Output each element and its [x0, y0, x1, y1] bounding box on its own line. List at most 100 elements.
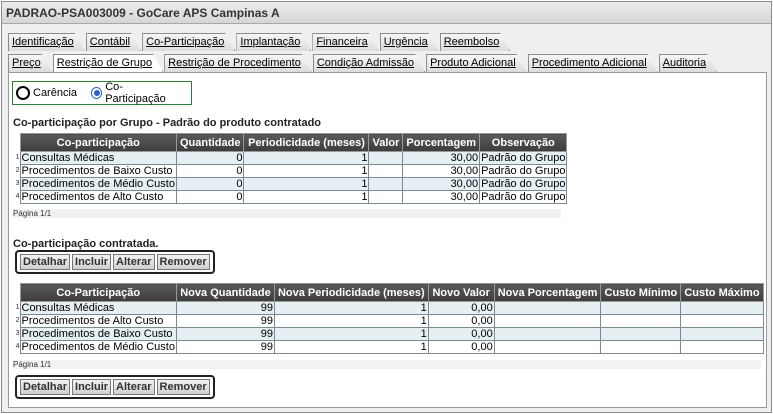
cell [680, 314, 764, 328]
cell: Procedimentos de Médio Custo [19, 340, 177, 354]
radio-co-participacao-icon[interactable] [91, 87, 103, 99]
tab-co-participacao[interactable]: Co-Participação [142, 33, 235, 51]
incluir-button[interactable]: Incluir [72, 379, 112, 395]
cell: Padrão do Grupo [479, 177, 568, 191]
alterar-button[interactable]: Alterar [113, 379, 155, 395]
cell: 30,00 [402, 190, 481, 204]
column-header[interactable]: Co-Participação [19, 283, 177, 302]
table-row[interactable]: 4 Procedimentos de Alto Custo 0 1 30,00 … [12, 190, 568, 204]
remover-button[interactable]: Remover [156, 254, 210, 270]
table-row[interactable]: 1 Consultas Médicas 0 1 30,00 Padrão do … [12, 151, 568, 165]
cell: 99 [175, 327, 275, 341]
remover-button[interactable]: Remover [156, 379, 210, 395]
radio-carencia-label: Carência [33, 87, 78, 99]
row-number: 1 [12, 151, 20, 165]
cell: 0 [175, 151, 245, 165]
tab-row-2: Preço Restrição de Grupo Restrição de Pr… [8, 54, 718, 72]
tab-produto-adicional[interactable]: Produto Adicional [426, 54, 527, 72]
cell: Procedimentos de Alto Custo [19, 190, 177, 204]
cell: 99 [175, 301, 275, 315]
table-row[interactable]: 1 Consultas Médicas 99 1 0,00 [12, 301, 764, 315]
column-header[interactable]: Custo Mínimo [600, 283, 682, 302]
table-row[interactable]: 3 Procedimentos de Baixo Custo 99 1 0,00 [12, 327, 764, 341]
radio-carencia-icon[interactable] [16, 86, 30, 100]
column-header[interactable]: Co-participação [19, 133, 177, 152]
cell [680, 327, 764, 341]
tab-financeira[interactable]: Financeira [312, 33, 378, 51]
section2-title: Co-participação contratada. [13, 238, 159, 250]
cell: 99 [175, 314, 275, 328]
cell: 1 [243, 164, 370, 178]
column-header[interactable]: Nova Periodicidade (meses) [273, 283, 429, 302]
column-header[interactable]: Valor [368, 133, 404, 152]
cell [368, 177, 404, 191]
column-header[interactable]: Novo Valor [427, 283, 495, 302]
cell [493, 301, 602, 315]
tab-contabil[interactable]: Contábil [86, 33, 141, 51]
column-header[interactable]: Quantidade [175, 133, 245, 152]
cell [600, 327, 682, 341]
cell [493, 327, 602, 341]
tab-restricao-de-grupo[interactable]: Restrição de Grupo [53, 54, 163, 72]
radio-co-participacao-label: Co-Participação [105, 81, 166, 105]
radio-co-participacao[interactable]: Co-Participação [91, 81, 177, 105]
cell: 0 [175, 177, 245, 191]
row-number: 2 [12, 164, 20, 178]
table-row[interactable]: 3 Procedimentos de Médio Custo 0 1 30,00… [12, 177, 568, 191]
cell: Padrão do Grupo [479, 190, 568, 204]
cell: 30,00 [402, 151, 481, 165]
tab-reembolso[interactable]: Reembolso [440, 33, 511, 51]
tab-preco[interactable]: Preço [8, 54, 52, 72]
row-number: 4 [12, 190, 20, 204]
radio-carencia[interactable]: Carência [16, 86, 77, 100]
cell: 1 [243, 151, 370, 165]
table-row[interactable]: 2 Procedimentos de Alto Custo 99 1 0,00 [12, 314, 764, 328]
column-header[interactable]: Porcentagem [402, 133, 481, 152]
column-header[interactable]: Observação [479, 133, 568, 152]
tab-implantacao[interactable]: Implantação [236, 33, 311, 51]
app-window: PADRAO-PSA003009 - GoCare APS Campinas A… [1, 1, 772, 413]
tab-restricao-de-procedimento[interactable]: Restrição de Procedimento [164, 54, 312, 72]
row-number: 1 [12, 301, 20, 315]
column-header[interactable]: Nova Porcentagem [493, 283, 602, 302]
pagination-label: Página 1/1 [13, 209, 561, 218]
cell: 0,00 [427, 327, 495, 341]
tab-condicao-admissao[interactable]: Condição Admissão [313, 54, 425, 72]
table-row[interactable]: 4 Procedimentos de Médio Custo 99 1 0,00 [12, 340, 764, 354]
column-header[interactable]: Nova Quantidade [175, 283, 275, 302]
radio-group: Carência Co-Participação [12, 81, 192, 105]
cell [493, 340, 602, 354]
contracted-coparticipation-table: Co-Participação Nova Quantidade Nova Per… [12, 283, 764, 354]
tab-auditoria[interactable]: Auditoria [659, 54, 717, 72]
cell: 0 [175, 164, 245, 178]
column-header[interactable]: Periodicidade (meses) [243, 133, 370, 152]
row-number: 2 [12, 314, 20, 328]
tab-identificacao[interactable]: Identificação [8, 33, 85, 51]
window-title: PADRAO-PSA003009 - GoCare APS Campinas A [2, 2, 771, 24]
tab-content-panel: Carência Co-Participação Co-participação… [8, 72, 767, 408]
table-header-row: Co-Participação Nova Quantidade Nova Per… [12, 283, 764, 302]
table-row[interactable]: 2 Procedimentos de Baixo Custo 0 1 30,00… [12, 164, 568, 178]
cell [680, 340, 764, 354]
cell: Procedimentos de Baixo Custo [19, 164, 177, 178]
cell: 1 [243, 177, 370, 191]
incluir-button[interactable]: Incluir [72, 254, 112, 270]
cell: Padrão do Grupo [479, 151, 568, 165]
toolbar-top: Detalhar Incluir Alterar Remover [15, 250, 215, 274]
tab-procedimento-adicional[interactable]: Procedimento Adicional [528, 54, 658, 72]
row-number-header [12, 283, 20, 302]
cell: 0,00 [427, 314, 495, 328]
row-number: 3 [12, 177, 20, 191]
alterar-button[interactable]: Alterar [113, 254, 155, 270]
cell [600, 314, 682, 328]
detalhar-button[interactable]: Detalhar [20, 379, 71, 395]
column-header[interactable]: Custo Máximo [680, 283, 764, 302]
table-header-row: Co-participação Quantidade Periodicidade… [12, 133, 568, 152]
detalhar-button[interactable]: Detalhar [20, 254, 71, 270]
tab-urgencia[interactable]: Urgência [380, 33, 439, 51]
cell: Procedimentos de Médio Custo [19, 177, 177, 191]
pagination-label: Página 1/1 [13, 360, 761, 369]
cell: 0,00 [427, 340, 495, 354]
cell: 1 [273, 340, 429, 354]
cell: Padrão do Grupo [479, 164, 568, 178]
